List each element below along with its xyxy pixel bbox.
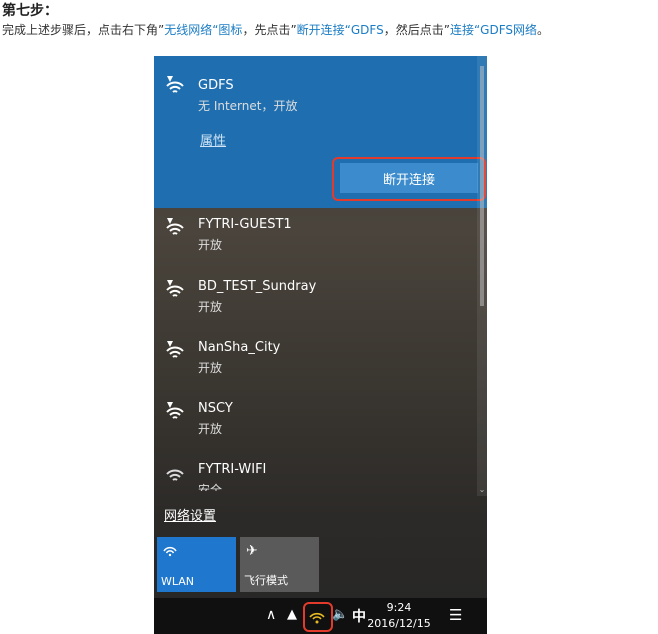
action-center-icon[interactable]: ☰: [449, 606, 462, 624]
clock-date: 2016/12/15: [367, 617, 431, 630]
instruction-part: ，然后点击”: [383, 23, 450, 37]
network-list-scrollbar[interactable]: ⌄: [477, 56, 487, 496]
show-hidden-icons-chevron-icon[interactable]: ∧: [266, 607, 276, 623]
wifi-icon: [166, 469, 184, 481]
wifi-icon: [163, 546, 177, 557]
network-status: 开放: [198, 300, 223, 314]
properties-link[interactable]: 属性: [200, 130, 226, 149]
airplane-mode-label: 飞行模式: [244, 574, 288, 587]
clock[interactable]: 9:24 2016/12/15: [364, 600, 434, 632]
network-name: BD_TEST_Sundray: [198, 279, 317, 294]
network-status: 开放: [198, 422, 223, 436]
network-flyout: GDFS 无 Internet，开放 属性 断开连接 FYTRI-GUEST1 …: [154, 56, 487, 634]
network-status: 开放: [198, 361, 223, 375]
usb-device-icon[interactable]: ▲: [287, 607, 297, 622]
network-status: 安全: [198, 483, 223, 491]
wifi-warning-icon: [166, 402, 184, 419]
airplane-icon: ✈: [246, 543, 258, 559]
instruction-part: ，先点击”: [242, 23, 297, 37]
wifi-warning-icon: [166, 218, 184, 235]
connected-network-status: 无 Internet，开放: [198, 99, 298, 113]
scroll-down-arrow-icon[interactable]: ⌄: [477, 485, 487, 494]
wifi-warning-icon: [166, 341, 184, 358]
instruction-text: 完成上述步骤后，点击右下角”无线网络“图标，先点击”断开连接“GDFS，然后点击…: [2, 21, 549, 38]
connected-network-name: GDFS: [198, 78, 234, 93]
instruction-highlight: 连接“GDFS网络: [449, 23, 538, 37]
annotation-highlight-box: [332, 157, 486, 201]
network-name: NSCY: [198, 401, 233, 416]
instruction-part: 完成上述步骤后，点击右下角”: [2, 23, 165, 37]
network-name: FYTRI-WIFI: [198, 462, 267, 477]
wlan-label: WLAN: [161, 575, 195, 588]
annotation-highlight-box: [303, 602, 333, 632]
taskbar: ∧ ▲ 🔈 中 9:24 2016/12/15 ☰: [154, 598, 487, 634]
clock-time: 9:24: [386, 601, 412, 614]
airplane-mode-quick-action[interactable]: ✈ 飞行模式: [240, 537, 319, 592]
network-status: 开放: [198, 238, 223, 252]
connected-network-item[interactable]: GDFS 无 Internet，开放 属性 断开连接: [154, 56, 487, 208]
wifi-warning-icon: [166, 76, 184, 93]
instruction-highlight: 无线网络“图标: [164, 23, 243, 37]
network-name: FYTRI-GUEST1: [198, 217, 292, 232]
volume-icon[interactable]: 🔈: [332, 607, 348, 622]
wlan-quick-action[interactable]: WLAN: [157, 537, 236, 592]
scrollbar-thumb[interactable]: [480, 66, 484, 306]
instruction-part: 。: [537, 23, 550, 37]
wifi-warning-icon: [166, 280, 184, 297]
instruction-highlight: 断开连接“GDFS: [296, 23, 384, 37]
network-settings-link[interactable]: 网络设置: [164, 505, 216, 524]
network-name: NanSha_City: [198, 340, 281, 355]
step-title: 第七步：: [2, 3, 58, 19]
